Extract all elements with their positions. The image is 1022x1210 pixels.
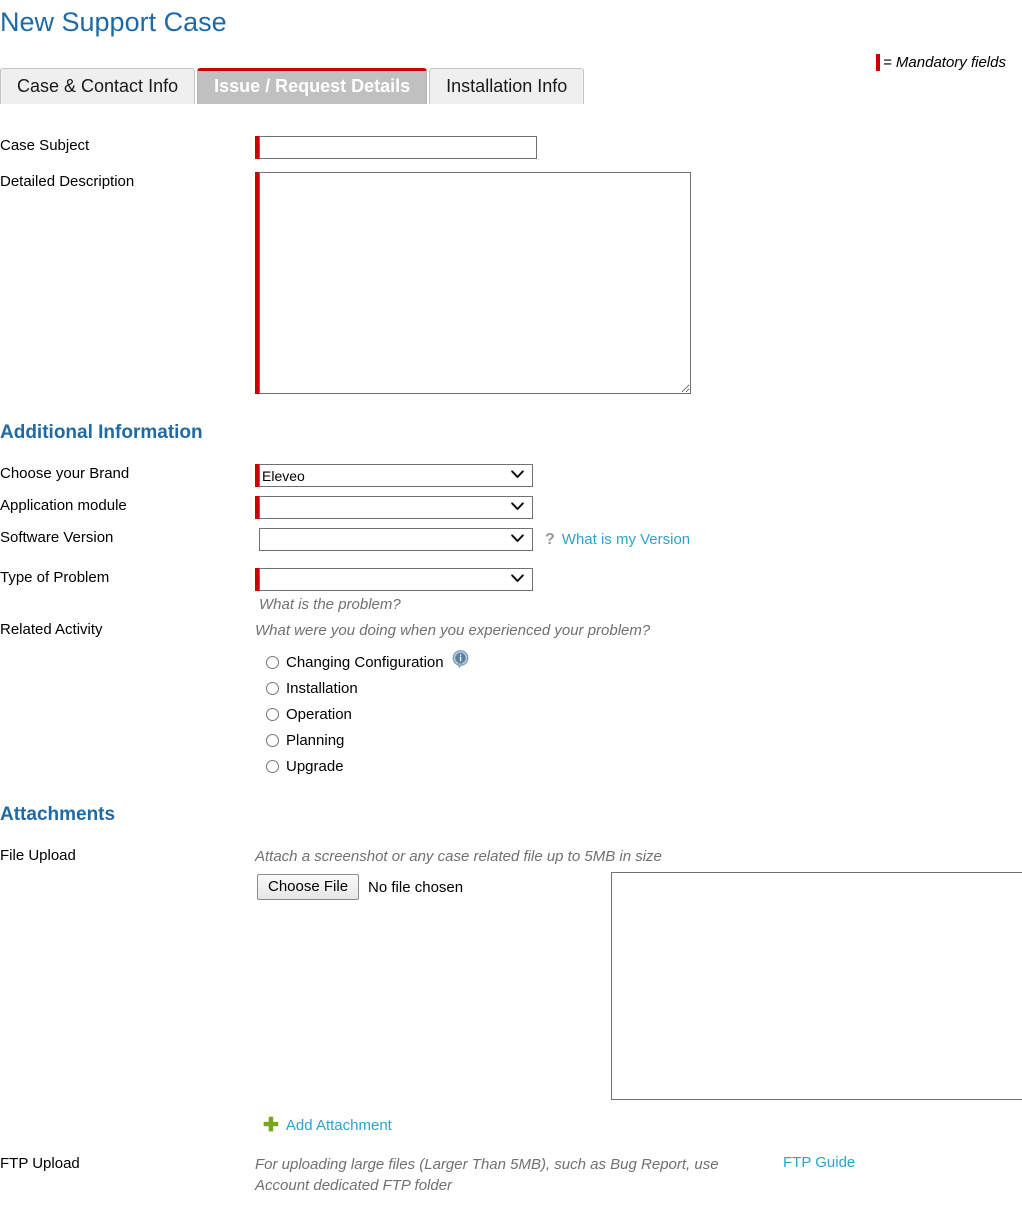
case-subject-row: Case Subject bbox=[0, 136, 537, 159]
application-module-label: Application module bbox=[0, 497, 127, 514]
attachments-heading: Attachments bbox=[0, 804, 116, 825]
case-subject-label: Case Subject bbox=[0, 137, 90, 154]
type-of-problem-select[interactable] bbox=[259, 568, 533, 591]
software-version-select[interactable] bbox=[259, 528, 533, 551]
brand-select-wrap: Eleveo bbox=[259, 464, 533, 487]
tab-case-contact-info[interactable]: Case & Contact Info bbox=[0, 68, 196, 104]
add-attachment-group[interactable]: ✚ Add Attachment bbox=[263, 1116, 392, 1135]
type-of-problem-row: Type of Problem What is the problem? bbox=[0, 568, 533, 615]
ftp-upload-hint: For uploading large files (Larger Than 5… bbox=[255, 1156, 719, 1194]
radio-label-changing-configuration: Changing Configuration bbox=[286, 653, 444, 671]
radio-label-installation: Installation bbox=[286, 679, 358, 697]
plus-icon: ✚ bbox=[263, 1115, 279, 1136]
related-activity-hint: What were you doing when you experienced… bbox=[255, 622, 651, 639]
radio-upgrade[interactable]: Upgrade bbox=[256, 753, 469, 779]
type-of-problem-label: Type of Problem bbox=[0, 569, 110, 586]
radio-installation[interactable]: Installation bbox=[256, 675, 469, 701]
software-version-row: Software Version ? What is my Version bbox=[0, 528, 690, 551]
radio-planning[interactable]: Planning bbox=[256, 727, 469, 753]
radio-input-upgrade[interactable] bbox=[266, 759, 279, 773]
type-of-problem-hint: What is the problem? bbox=[259, 596, 401, 613]
brand-label: Choose your Brand bbox=[0, 465, 130, 482]
mandatory-legend-label: = Mandatory fields bbox=[883, 54, 1006, 71]
mandatory-fields-legend: = Mandatory fields bbox=[876, 54, 1006, 71]
brand-field: Eleveo bbox=[255, 464, 533, 487]
mandatory-marker-icon bbox=[876, 54, 880, 71]
related-activity-radio-group: Changing Configuration Installation Oper… bbox=[256, 649, 469, 779]
add-attachment-link[interactable]: Add Attachment bbox=[286, 1117, 392, 1134]
application-module-select-wrap bbox=[259, 496, 533, 519]
radio-operation[interactable]: Operation bbox=[256, 701, 469, 727]
detailed-description-field bbox=[255, 172, 691, 394]
radio-input-installation[interactable] bbox=[266, 681, 279, 695]
info-bubble-icon[interactable] bbox=[452, 649, 469, 669]
brand-select[interactable]: Eleveo bbox=[259, 464, 533, 487]
ftp-guide-link[interactable]: FTP Guide bbox=[783, 1154, 855, 1171]
tab-issue-request-details[interactable]: Issue / Request Details bbox=[197, 68, 428, 104]
case-subject-field bbox=[255, 136, 537, 159]
detailed-description-textarea[interactable] bbox=[259, 172, 691, 394]
related-activity-label: Related Activity bbox=[0, 621, 103, 638]
application-module-select[interactable] bbox=[259, 496, 533, 519]
file-upload-label: File Upload bbox=[0, 847, 76, 864]
detailed-description-label: Detailed Description bbox=[0, 173, 135, 190]
related-activity-row: Related Activity What were you doing whe… bbox=[0, 620, 650, 641]
ftp-upload-label: FTP Upload bbox=[0, 1155, 80, 1172]
tab-bar: Case & Contact Info Issue / Request Deta… bbox=[0, 68, 586, 104]
radio-input-planning[interactable] bbox=[266, 733, 279, 747]
application-module-row: Application module bbox=[0, 496, 533, 519]
case-subject-input[interactable] bbox=[259, 136, 537, 159]
additional-information-heading: Additional Information bbox=[0, 422, 203, 443]
radio-label-operation: Operation bbox=[286, 705, 352, 723]
software-version-select-wrap bbox=[259, 528, 533, 551]
radio-label-planning: Planning bbox=[286, 731, 345, 749]
file-chooser-group: Choose File No file chosen bbox=[257, 874, 463, 900]
application-module-field bbox=[255, 496, 533, 519]
detailed-description-row: Detailed Description bbox=[0, 172, 691, 394]
choose-file-button[interactable]: Choose File bbox=[257, 874, 360, 900]
ftp-upload-row: FTP Upload For uploading large files (La… bbox=[0, 1154, 855, 1196]
software-version-label: Software Version bbox=[0, 529, 114, 546]
software-version-field: ? What is my Version bbox=[255, 528, 690, 551]
radio-input-changing-configuration[interactable] bbox=[266, 655, 279, 669]
page-title: New Support Case bbox=[0, 7, 227, 37]
file-upload-hint: Attach a screenshot or any case related … bbox=[255, 848, 662, 865]
radio-changing-configuration[interactable]: Changing Configuration bbox=[256, 649, 469, 675]
file-upload-row: File Upload Attach a screenshot or any c… bbox=[0, 846, 662, 867]
type-of-problem-select-wrap bbox=[259, 568, 533, 591]
radio-label-upgrade: Upgrade bbox=[286, 757, 344, 775]
attachments-list-box[interactable] bbox=[611, 872, 1022, 1100]
file-chosen-status: No file chosen bbox=[368, 878, 464, 896]
what-is-my-version-link[interactable]: What is my Version bbox=[562, 531, 690, 548]
question-mark-icon: ? bbox=[545, 530, 555, 548]
radio-input-operation[interactable] bbox=[266, 707, 279, 721]
what-is-my-version-group: ? What is my Version bbox=[545, 528, 690, 551]
tab-installation-info[interactable]: Installation Info bbox=[429, 68, 585, 104]
type-of-problem-field: What is the problem? bbox=[255, 568, 533, 615]
brand-row: Choose your Brand Eleveo bbox=[0, 464, 533, 487]
